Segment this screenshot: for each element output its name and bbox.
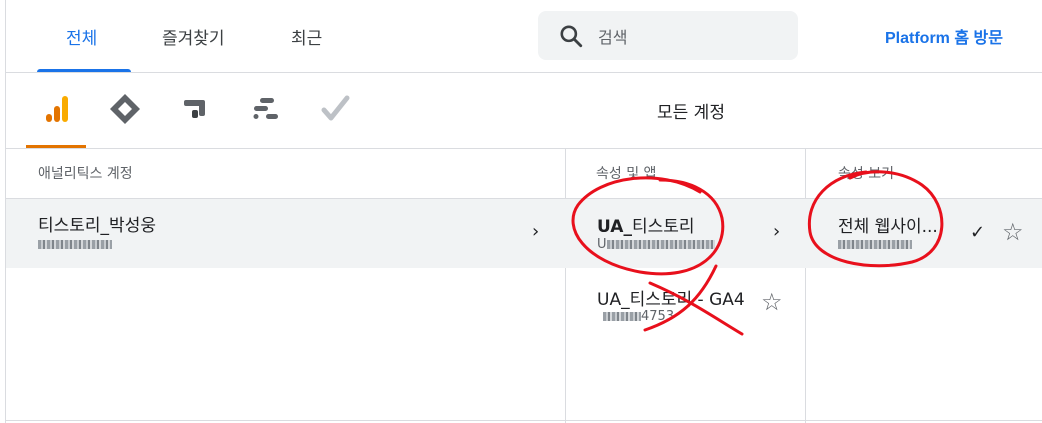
property-id-redacted: U: [597, 237, 715, 252]
active-product-indicator: [26, 145, 86, 148]
chevron-right-icon: ›: [532, 221, 540, 242]
property-name: UA_티스토리 - GA4: [597, 290, 745, 310]
tab-recent[interactable]: 최근: [291, 24, 322, 49]
platform-home-link[interactable]: Platform 홈 방문: [885, 24, 1003, 48]
star-icon[interactable]: ☆: [1002, 218, 1024, 246]
property-name: UA_티스토리: [597, 217, 695, 237]
optimize-icon[interactable]: [176, 88, 218, 130]
header-bar: 전체 즐겨찾기 최근 검색 Platform 홈 방문: [6, 0, 1042, 73]
column-divider: [565, 149, 566, 423]
check-icon: ✓: [970, 222, 986, 243]
properties-column-header: 속성 및 앱: [596, 166, 657, 182]
product-switcher: 모든 계정: [6, 74, 1042, 149]
search-input[interactable]: 검색: [538, 11, 798, 60]
star-icon[interactable]: ☆: [761, 288, 783, 316]
data-studio-icon[interactable]: [244, 88, 286, 130]
tab-favorites[interactable]: 즐겨찾기: [162, 24, 225, 49]
tag-manager-icon[interactable]: [104, 88, 146, 130]
search-placeholder: 검색: [598, 28, 628, 47]
all-accounts-label: 모든 계정: [657, 103, 725, 123]
analytics-icon[interactable]: [36, 88, 78, 130]
accounts-column-header: 애널리틱스 계정: [38, 166, 133, 182]
views-column-header: 속성 보기: [838, 166, 894, 182]
tab-all[interactable]: 전체: [66, 24, 97, 49]
active-tab-indicator: [37, 69, 131, 72]
account-id-redacted: [38, 237, 112, 252]
chevron-right-icon: ›: [773, 221, 781, 242]
account-name: 티스토리_박성웅: [38, 216, 156, 236]
property-id: 4753: [603, 309, 674, 324]
surveys-icon[interactable]: [314, 88, 356, 130]
column-divider: [805, 149, 806, 423]
view-id-redacted: [838, 237, 912, 252]
view-name: 전체 웹사이...: [838, 217, 938, 237]
bottom-border: [6, 420, 1042, 421]
search-icon: [560, 25, 583, 48]
